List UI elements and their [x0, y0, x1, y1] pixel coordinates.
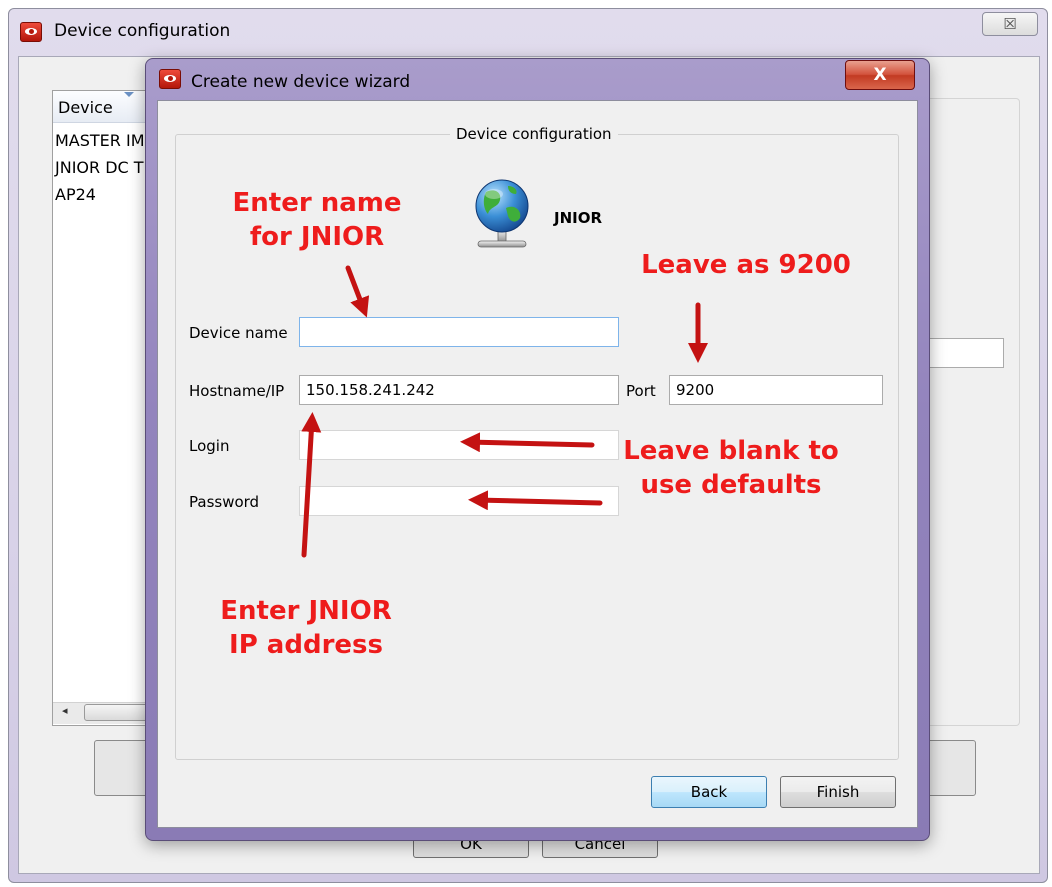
outer-right-button[interactable] [926, 740, 976, 796]
port-label: Port [626, 382, 656, 400]
group-title: Device configuration [450, 125, 618, 143]
device-column-header[interactable]: Device [58, 98, 113, 117]
outer-close-button[interactable]: ☒ [982, 12, 1038, 36]
outer-details-panel [930, 98, 1020, 726]
annotation-line: Enter name [232, 188, 402, 218]
port-input[interactable] [669, 375, 883, 405]
app-logo-icon [20, 22, 42, 42]
hostname-input[interactable] [299, 375, 619, 405]
app-logo-icon [159, 69, 181, 89]
globe-network-icon [475, 179, 529, 248]
annotation-line: Leave as 9200 [641, 250, 851, 280]
annotation-line: for JNIOR [249, 222, 385, 252]
finish-button[interactable]: Finish [780, 776, 896, 808]
scroll-left-arrow-icon[interactable]: ◂ [62, 704, 68, 717]
back-button[interactable]: Back [651, 776, 767, 808]
device-list-item[interactable]: JNIOR DC T [55, 158, 144, 177]
annotation-leave-port: Leave as 9200 [636, 248, 856, 282]
hostname-label: Hostname/IP [189, 382, 285, 400]
annotation-line: Enter JNIOR [220, 596, 392, 626]
login-label: Login [189, 437, 230, 455]
annotation-enter-ip: Enter JNIOR IP address [196, 594, 416, 662]
sort-arrow-icon [124, 92, 134, 97]
wizard-title: Create new device wizard [191, 72, 411, 92]
annotation-leave-blank: Leave blank to use defaults [616, 434, 846, 502]
login-input[interactable] [299, 430, 619, 460]
wizard-close-button[interactable]: X [845, 60, 915, 90]
annotation-line: Leave blank to [623, 436, 839, 466]
device-list-item[interactable]: MASTER IM [55, 131, 145, 150]
device-name-input[interactable] [299, 317, 619, 347]
device-type-label: JNIOR [554, 209, 603, 227]
password-label: Password [189, 493, 260, 511]
device-name-label: Device name [189, 324, 288, 342]
outer-details-field[interactable] [930, 338, 1004, 368]
device-list-item[interactable]: AP24 [55, 185, 96, 204]
scrollbar-thumb[interactable] [84, 704, 148, 721]
annotation-line: IP address [229, 630, 383, 660]
password-input[interactable] [299, 486, 619, 516]
annotation-line: use defaults [640, 470, 822, 500]
outer-window-title: Device configuration [54, 21, 231, 41]
annotation-enter-name: Enter name for JNIOR [222, 186, 412, 254]
